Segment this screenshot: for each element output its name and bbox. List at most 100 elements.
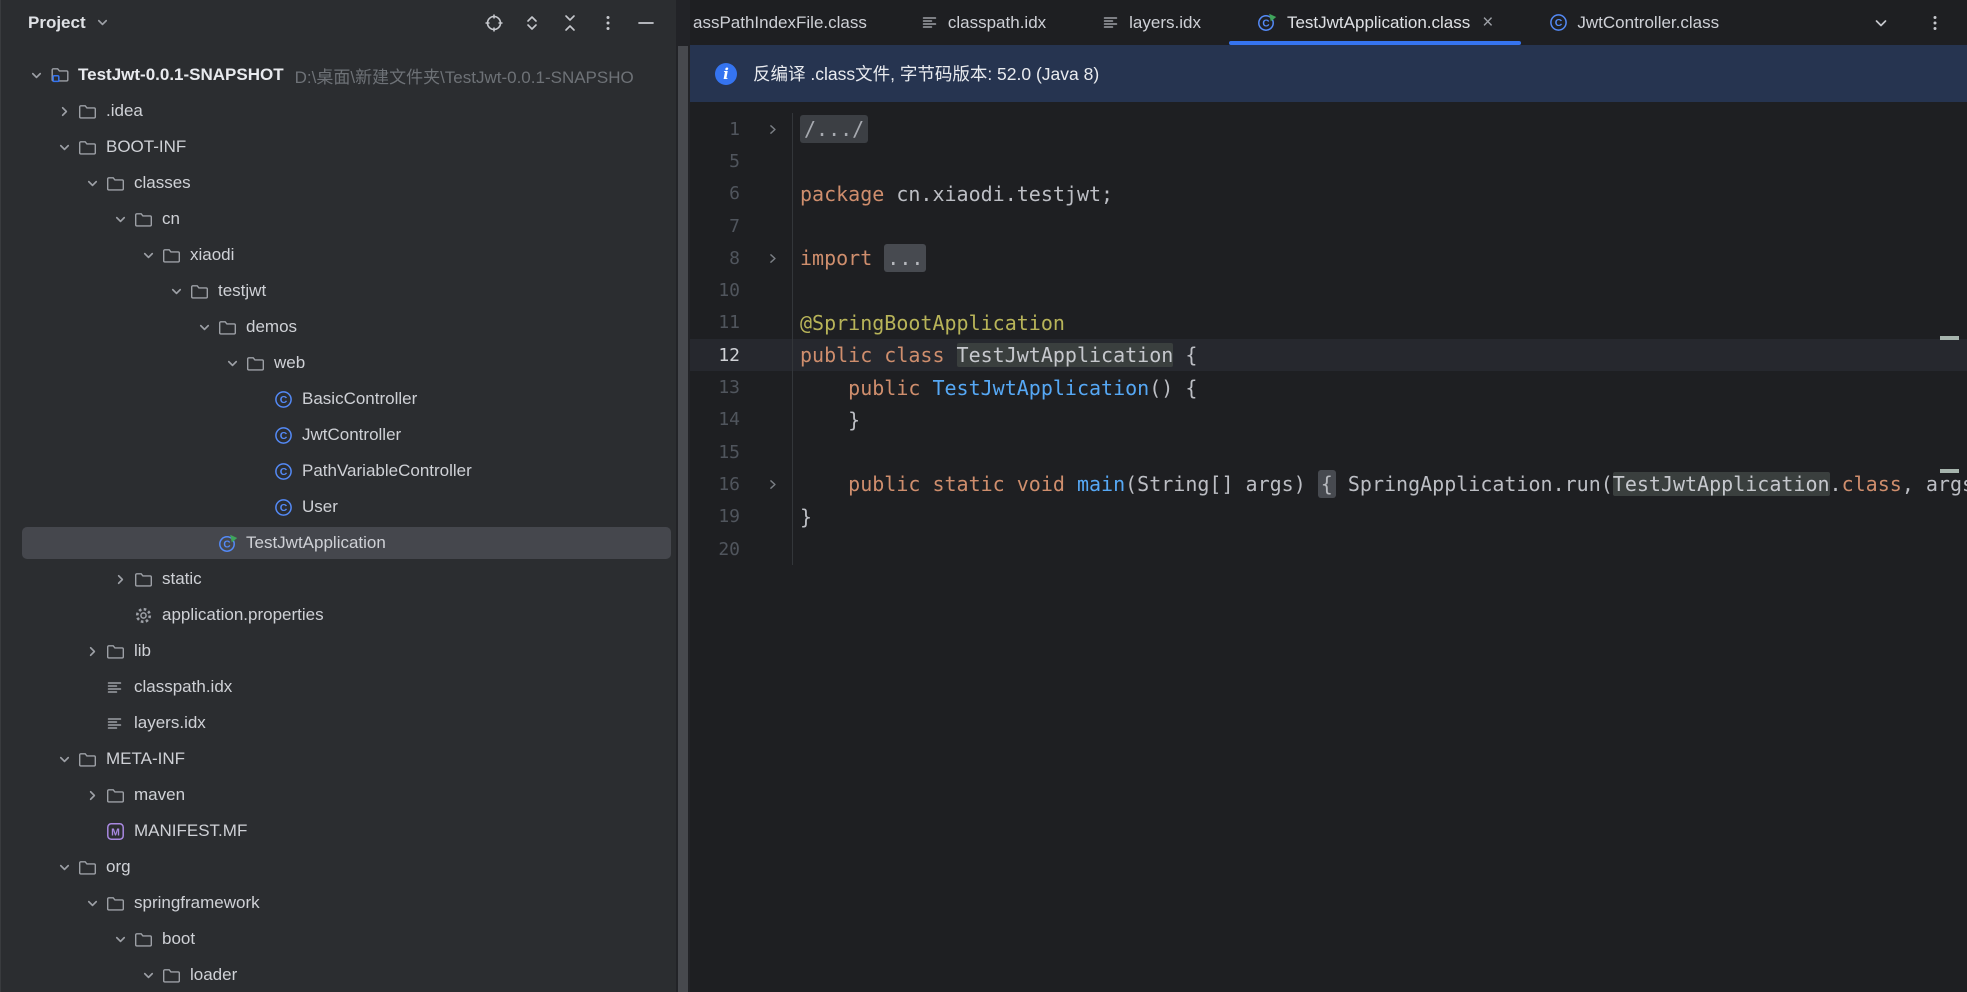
folder-icon (78, 103, 105, 120)
tree-item-static[interactable]: static (1, 561, 676, 597)
chevron-down-icon[interactable] (107, 932, 134, 947)
fold-arrow-icon[interactable] (740, 252, 792, 265)
code-line-6: 6 package cn.xiaodi.testjwt; (690, 177, 1967, 210)
tree-item-boot-inf[interactable]: BOOT-INF (1, 129, 676, 165)
decompile-banner: i 反编译 .class文件, 字节码版本: 52.0 (Java 8) (690, 45, 1967, 102)
tree-item-jwtcontroller[interactable]: C JwtController (1, 417, 676, 453)
tab-label: layers.idx (1129, 12, 1201, 32)
code-text (792, 145, 1967, 178)
scrollbar-mark[interactable] (1940, 469, 1959, 473)
project-tool-window: Project TestJwt-0.0.1-SNAPSHOT D:\桌面\新建文… (0, 0, 676, 992)
more-options-icon[interactable] (596, 11, 620, 35)
chevron-down-icon[interactable] (95, 15, 110, 30)
line-number: 13 (718, 377, 740, 399)
line-number: 11 (718, 312, 740, 334)
tree-item-.idea[interactable]: .idea (1, 93, 676, 129)
module-icon (50, 66, 77, 84)
class-icon: C (274, 498, 301, 517)
tree-item-label: META-INF (106, 749, 186, 768)
chevron-right-icon[interactable] (107, 572, 134, 587)
tree-item-label: web (274, 353, 306, 372)
chevron-down-icon[interactable] (219, 356, 246, 371)
folder-icon (106, 787, 133, 804)
code-editor[interactable]: 1 /.../ 5 6 package cn.xiaodi.testjwt; 7 8 impo… (690, 102, 1967, 566)
tree-item-layers.idx[interactable]: layers.idx (1, 705, 676, 741)
tree-item-org[interactable]: org (1, 849, 676, 885)
code-text: } (792, 500, 1967, 533)
tree-item-manifest.mf[interactable]: M MANIFEST.MF (1, 813, 676, 849)
tree-item-springframework[interactable]: springframework (1, 885, 676, 921)
chevron-down-icon[interactable] (79, 896, 106, 911)
tree-item-meta-inf[interactable]: META-INF (1, 741, 676, 777)
tree-item-application.properties[interactable]: application.properties (1, 597, 676, 633)
chevron-down-icon[interactable] (135, 968, 162, 983)
chevron-right-icon[interactable] (51, 104, 78, 119)
tree-item-xiaodi[interactable]: xiaodi (1, 237, 676, 273)
tree-item-label: demos (246, 317, 298, 336)
locate-icon[interactable] (482, 11, 506, 35)
tree-item-boot[interactable]: boot (1, 921, 676, 957)
list-icon (921, 14, 939, 31)
chevron-down-icon[interactable] (23, 68, 50, 83)
folder-icon (246, 355, 273, 372)
decompile-banner-text: 反编译 .class文件, 字节码版本: 52.0 (Java 8) (753, 64, 1100, 84)
tree-item-cn[interactable]: cn (1, 201, 676, 237)
chevron-right-icon[interactable] (79, 644, 106, 659)
tab-jwtcontroller.class[interactable]: C JwtController.class (1521, 0, 1747, 45)
tree-item-label: layers.idx (134, 713, 206, 732)
tree-item-demos[interactable]: demos (1, 309, 676, 345)
tab-label: assPathIndexFile.class (693, 12, 867, 32)
tree-item-testjwt-0.0.1-snapshot[interactable]: TestJwt-0.0.1-SNAPSHOT D:\桌面\新建文件夹\TestJw… (1, 57, 676, 93)
tree-item-loader[interactable]: loader (1, 957, 676, 992)
tree-item-maven[interactable]: maven (1, 777, 676, 813)
line-number: 6 (729, 183, 740, 205)
chevron-down-icon[interactable] (1869, 11, 1893, 35)
tree-item-classes[interactable]: classes (1, 165, 676, 201)
chevron-right-icon[interactable] (79, 788, 106, 803)
code-text: public static void main (String[] args) {… (792, 468, 1967, 501)
tree-item-testjwtapplication[interactable]: C TestJwtApplication (1, 525, 676, 561)
scrollbar-mark[interactable] (1940, 336, 1959, 340)
line-number: 16 (718, 473, 740, 495)
chevron-down-icon[interactable] (191, 320, 218, 335)
code-line-14: 14 } (690, 403, 1967, 436)
tree-scrollbar-thumb[interactable] (678, 46, 688, 992)
tree-item-label: MANIFEST.MF (134, 821, 248, 840)
fold-arrow-icon[interactable] (740, 123, 792, 136)
chevron-down-icon[interactable] (51, 860, 78, 875)
tree-item-label: BOOT-INF (106, 137, 187, 156)
chevron-down-icon[interactable] (51, 752, 78, 767)
tab-layers.idx[interactable]: layers.idx (1074, 0, 1229, 45)
chevron-down-icon[interactable] (107, 212, 134, 227)
tree-item-testjwt[interactable]: testjwt (1, 273, 676, 309)
fold-arrow-icon[interactable] (740, 478, 792, 491)
code-text: import ... (792, 242, 1967, 275)
tab-classpath.idx[interactable]: classpath.idx (893, 0, 1074, 45)
tree-item-label: classpath.idx (134, 677, 233, 696)
folder-icon (162, 967, 189, 984)
more-options-icon[interactable] (1923, 11, 1947, 35)
class-icon: C (274, 426, 301, 445)
tab-label: JwtController.class (1577, 12, 1720, 32)
class-icon: C (274, 462, 301, 481)
close-icon[interactable]: × (1482, 13, 1493, 32)
tree-item-user[interactable]: C User (1, 489, 676, 525)
code-line-10: 10 (690, 274, 1967, 307)
tree-item-basiccontroller[interactable]: C BasicController (1, 381, 676, 417)
hide-panel-icon[interactable] (634, 11, 658, 35)
chevron-down-icon[interactable] (135, 248, 162, 263)
chevron-down-icon[interactable] (51, 140, 78, 155)
chevron-down-icon[interactable] (79, 176, 106, 191)
project-panel-title[interactable]: Project (28, 13, 86, 33)
tree-item-lib[interactable]: lib (1, 633, 676, 669)
expand-all-icon[interactable] (520, 11, 544, 35)
collapse-all-icon[interactable] (558, 11, 582, 35)
chevron-down-icon[interactable] (163, 284, 190, 299)
tree-item-web[interactable]: web (1, 345, 676, 381)
tab-asspathindexfile.class[interactable]: assPathIndexFile.class (690, 0, 893, 45)
tree-item-classpath.idx[interactable]: classpath.idx (1, 669, 676, 705)
tree-item-pathvariablecontroller[interactable]: C PathVariableController (1, 453, 676, 489)
tab-testjwtapplication.class[interactable]: C TestJwtApplication.class × (1228, 0, 1522, 45)
project-tree: TestJwt-0.0.1-SNAPSHOT D:\桌面\新建文件夹\TestJw… (1, 45, 676, 992)
panel-splitter[interactable] (676, 0, 690, 992)
